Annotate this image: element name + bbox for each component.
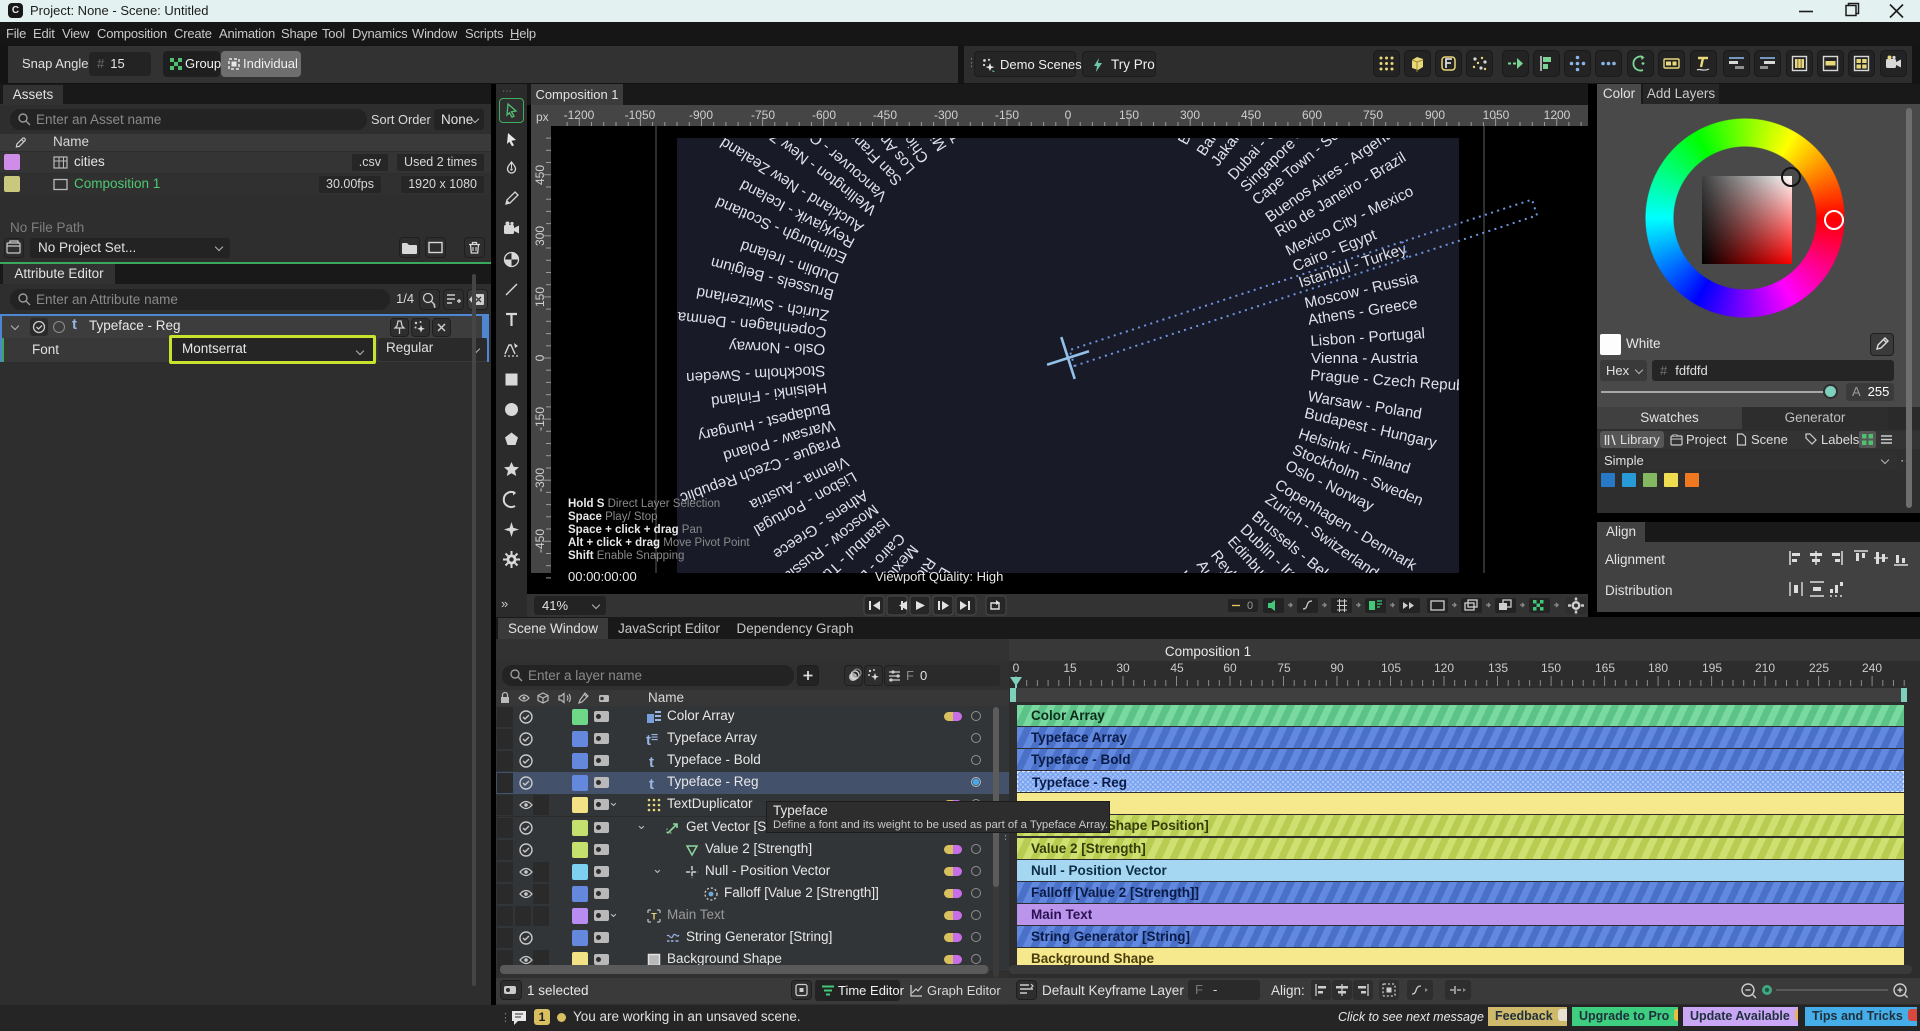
- svg-text:120: 120: [1434, 661, 1454, 675]
- svg-text:30: 30: [1116, 661, 1130, 675]
- svg-text:Hold S Direct Layer Selection: Hold S Direct Layer Selection: [568, 498, 720, 510]
- svg-text:Oslo - Norway: Oslo - Norway: [728, 337, 825, 357]
- svg-text:90: 90: [1330, 661, 1344, 675]
- svg-text:-750: -750: [751, 108, 775, 122]
- svg-text:px: px: [536, 110, 549, 124]
- svg-text:75: 75: [1277, 661, 1291, 675]
- svg-text:240: 240: [1862, 661, 1882, 675]
- svg-text:195: 195: [1702, 661, 1722, 675]
- svg-text:180: 180: [1648, 661, 1668, 675]
- svg-text:165: 165: [1595, 661, 1615, 675]
- svg-text:15: 15: [1063, 661, 1077, 675]
- svg-text:Viewport Quality: High: Viewport Quality: High: [875, 569, 1003, 584]
- svg-text:Vienna - Austria: Vienna - Austria: [1311, 350, 1418, 367]
- svg-text:225: 225: [1809, 661, 1829, 675]
- svg-text:105: 105: [1381, 661, 1401, 675]
- svg-text:900: 900: [1425, 108, 1445, 122]
- svg-text:Alt + click + drag Move Pivot: Alt + click + drag Move Pivot Point: [568, 537, 750, 549]
- svg-text:Shift Enable Snapping: Shift Enable Snapping: [568, 550, 684, 562]
- svg-text:T: T: [651, 912, 657, 922]
- svg-text:0: 0: [1247, 600, 1253, 612]
- svg-text:135: 135: [1488, 661, 1508, 675]
- svg-text:150: 150: [1541, 661, 1561, 675]
- svg-text:-600: -600: [812, 108, 836, 122]
- svg-text:Space Play/ Stop: Space Play/ Stop: [568, 511, 658, 523]
- svg-text:210: 210: [1755, 661, 1775, 675]
- svg-text:45: 45: [1170, 661, 1184, 675]
- svg-text:00:00:00:00: 00:00:00:00: [568, 569, 637, 584]
- svg-text:0: 0: [1013, 661, 1020, 675]
- svg-text:60: 60: [1223, 661, 1237, 675]
- svg-text:1050: 1050: [1483, 108, 1510, 122]
- svg-text:Space + click + drag Pan: Space + click + drag Pan: [568, 524, 702, 536]
